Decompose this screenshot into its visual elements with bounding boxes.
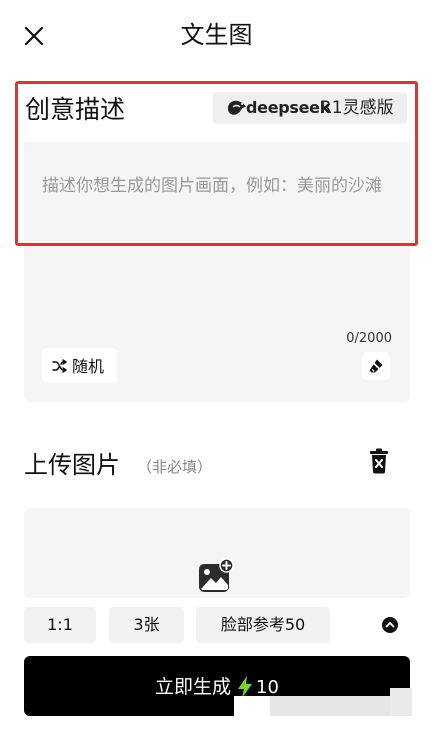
delete-image-button[interactable] bbox=[368, 448, 392, 476]
collapse-options-button[interactable] bbox=[380, 615, 400, 635]
image-count-selector[interactable]: 3张 bbox=[109, 607, 184, 643]
toast-overlay-left bbox=[234, 696, 270, 716]
toast-overlay-right bbox=[390, 688, 412, 716]
add-image-icon[interactable] bbox=[198, 558, 234, 594]
clear-prompt-button[interactable] bbox=[362, 352, 390, 380]
upload-section-title: 上传图片 bbox=[24, 451, 120, 479]
toast-overlay bbox=[270, 696, 390, 716]
aspect-ratio-selector[interactable]: 1:1 bbox=[24, 607, 96, 643]
eraser-icon bbox=[369, 359, 383, 373]
highlight-frame bbox=[15, 81, 418, 246]
shuffle-icon bbox=[52, 358, 68, 374]
char-counter: 0/2000 bbox=[346, 331, 392, 346]
chevron-up-circle-icon bbox=[382, 617, 398, 633]
generate-button-label: 立即生成 bbox=[155, 676, 232, 698]
trash-icon bbox=[370, 448, 388, 474]
page-title: 文生图 bbox=[180, 21, 253, 49]
face-reference-selector[interactable]: 脸部参考50 bbox=[196, 607, 330, 643]
optional-hint: （非必填） bbox=[137, 458, 213, 476]
random-button-label: 随机 bbox=[72, 357, 105, 376]
